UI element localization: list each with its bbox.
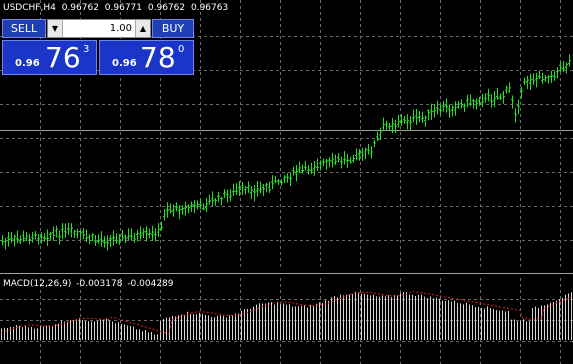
ohlc-high: 0.96771 bbox=[104, 3, 143, 13]
sell-price-pips: 76 bbox=[45, 41, 81, 74]
indicator-label: MACD(12,26,9) -0.003178 -0.004289 bbox=[3, 279, 176, 289]
ohlc-open: 0.96762 bbox=[61, 3, 99, 13]
one-click-trading-panel: SELL ▼ ▲ BUY 0.96 76 3 0.96 78 0 bbox=[2, 19, 194, 75]
sell-button[interactable]: SELL bbox=[2, 19, 46, 38]
buy-button[interactable]: BUY bbox=[152, 19, 194, 38]
sell-price-fraction: 3 bbox=[83, 44, 90, 55]
buy-price-button[interactable]: 0.96 78 0 bbox=[99, 40, 194, 75]
price-chart[interactable]: USDCHF,H4 0.96762 0.96771 0.96762 0.9676… bbox=[0, 0, 573, 364]
indicator-value-signal: -0.004289 bbox=[127, 279, 174, 289]
indicator-name: MACD(12,26,9) bbox=[3, 279, 72, 289]
sell-price-prefix: 0.96 bbox=[15, 58, 40, 69]
symbol-header: USDCHF,H4 0.96762 0.96771 0.96762 0.9676… bbox=[3, 3, 231, 13]
sell-price-button[interactable]: 0.96 76 3 bbox=[2, 40, 97, 75]
indicator-value-main: -0.003178 bbox=[76, 279, 123, 289]
ohlc-low: 0.96762 bbox=[147, 3, 186, 13]
ohlc-close: 0.96763 bbox=[190, 3, 229, 13]
buy-price-pips: 78 bbox=[140, 41, 176, 74]
lot-increase-icon[interactable]: ▲ bbox=[135, 20, 150, 37]
lot-decrease-icon[interactable]: ▼ bbox=[48, 20, 63, 37]
symbol-timeframe: USDCHF,H4 bbox=[3, 3, 56, 13]
buy-price-prefix: 0.96 bbox=[112, 58, 137, 69]
buy-price-fraction: 0 bbox=[178, 44, 185, 55]
lot-size-input[interactable] bbox=[63, 20, 135, 37]
lot-size-stepper[interactable]: ▼ ▲ bbox=[47, 19, 151, 38]
